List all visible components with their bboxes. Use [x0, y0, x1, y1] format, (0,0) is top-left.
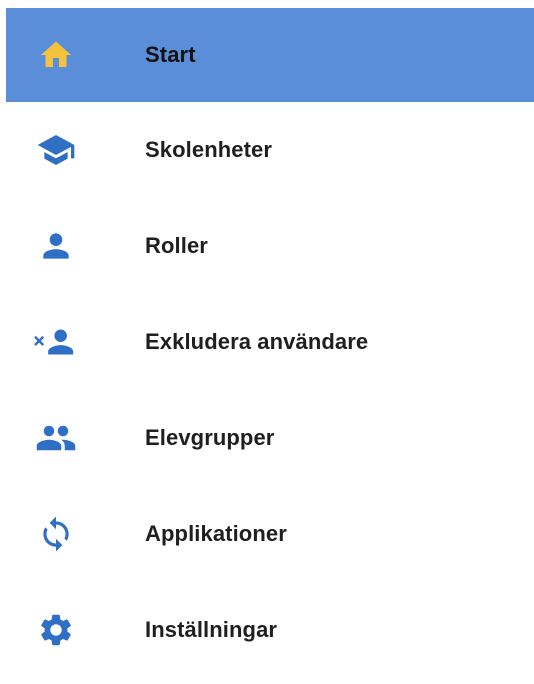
nav-item-exkludera-anvandare[interactable]: Exkludera användare: [6, 294, 534, 390]
nav-item-label: Roller: [145, 233, 208, 258]
nav-item-label: Elevgrupper: [145, 425, 275, 450]
nav-item-elevgrupper[interactable]: Elevgrupper: [6, 390, 534, 486]
nav-item-roller[interactable]: Roller: [6, 198, 534, 294]
group-icon: [28, 418, 84, 458]
nav-item-skolenheter[interactable]: Skolenheter: [6, 102, 534, 198]
graduation-cap-icon: [28, 130, 84, 170]
sidebar-nav: Start Skolenheter Roller Exkludera använ…: [6, 8, 534, 678]
nav-item-installningar[interactable]: Inställningar: [6, 582, 534, 678]
exclude-user-icon: [28, 322, 84, 362]
nav-item-applikationer[interactable]: Applikationer: [6, 486, 534, 582]
nav-item-label: Start: [145, 42, 196, 67]
gear-icon: [28, 610, 84, 650]
home-icon: [28, 35, 84, 75]
nav-item-label: Inställningar: [145, 617, 278, 642]
sync-icon: [28, 514, 84, 554]
nav-item-label: Applikationer: [145, 521, 287, 546]
nav-item-start[interactable]: Start: [6, 8, 534, 102]
person-icon: [28, 226, 84, 266]
nav-item-label: Exkludera användare: [145, 329, 369, 354]
nav-item-label: Skolenheter: [145, 137, 273, 162]
